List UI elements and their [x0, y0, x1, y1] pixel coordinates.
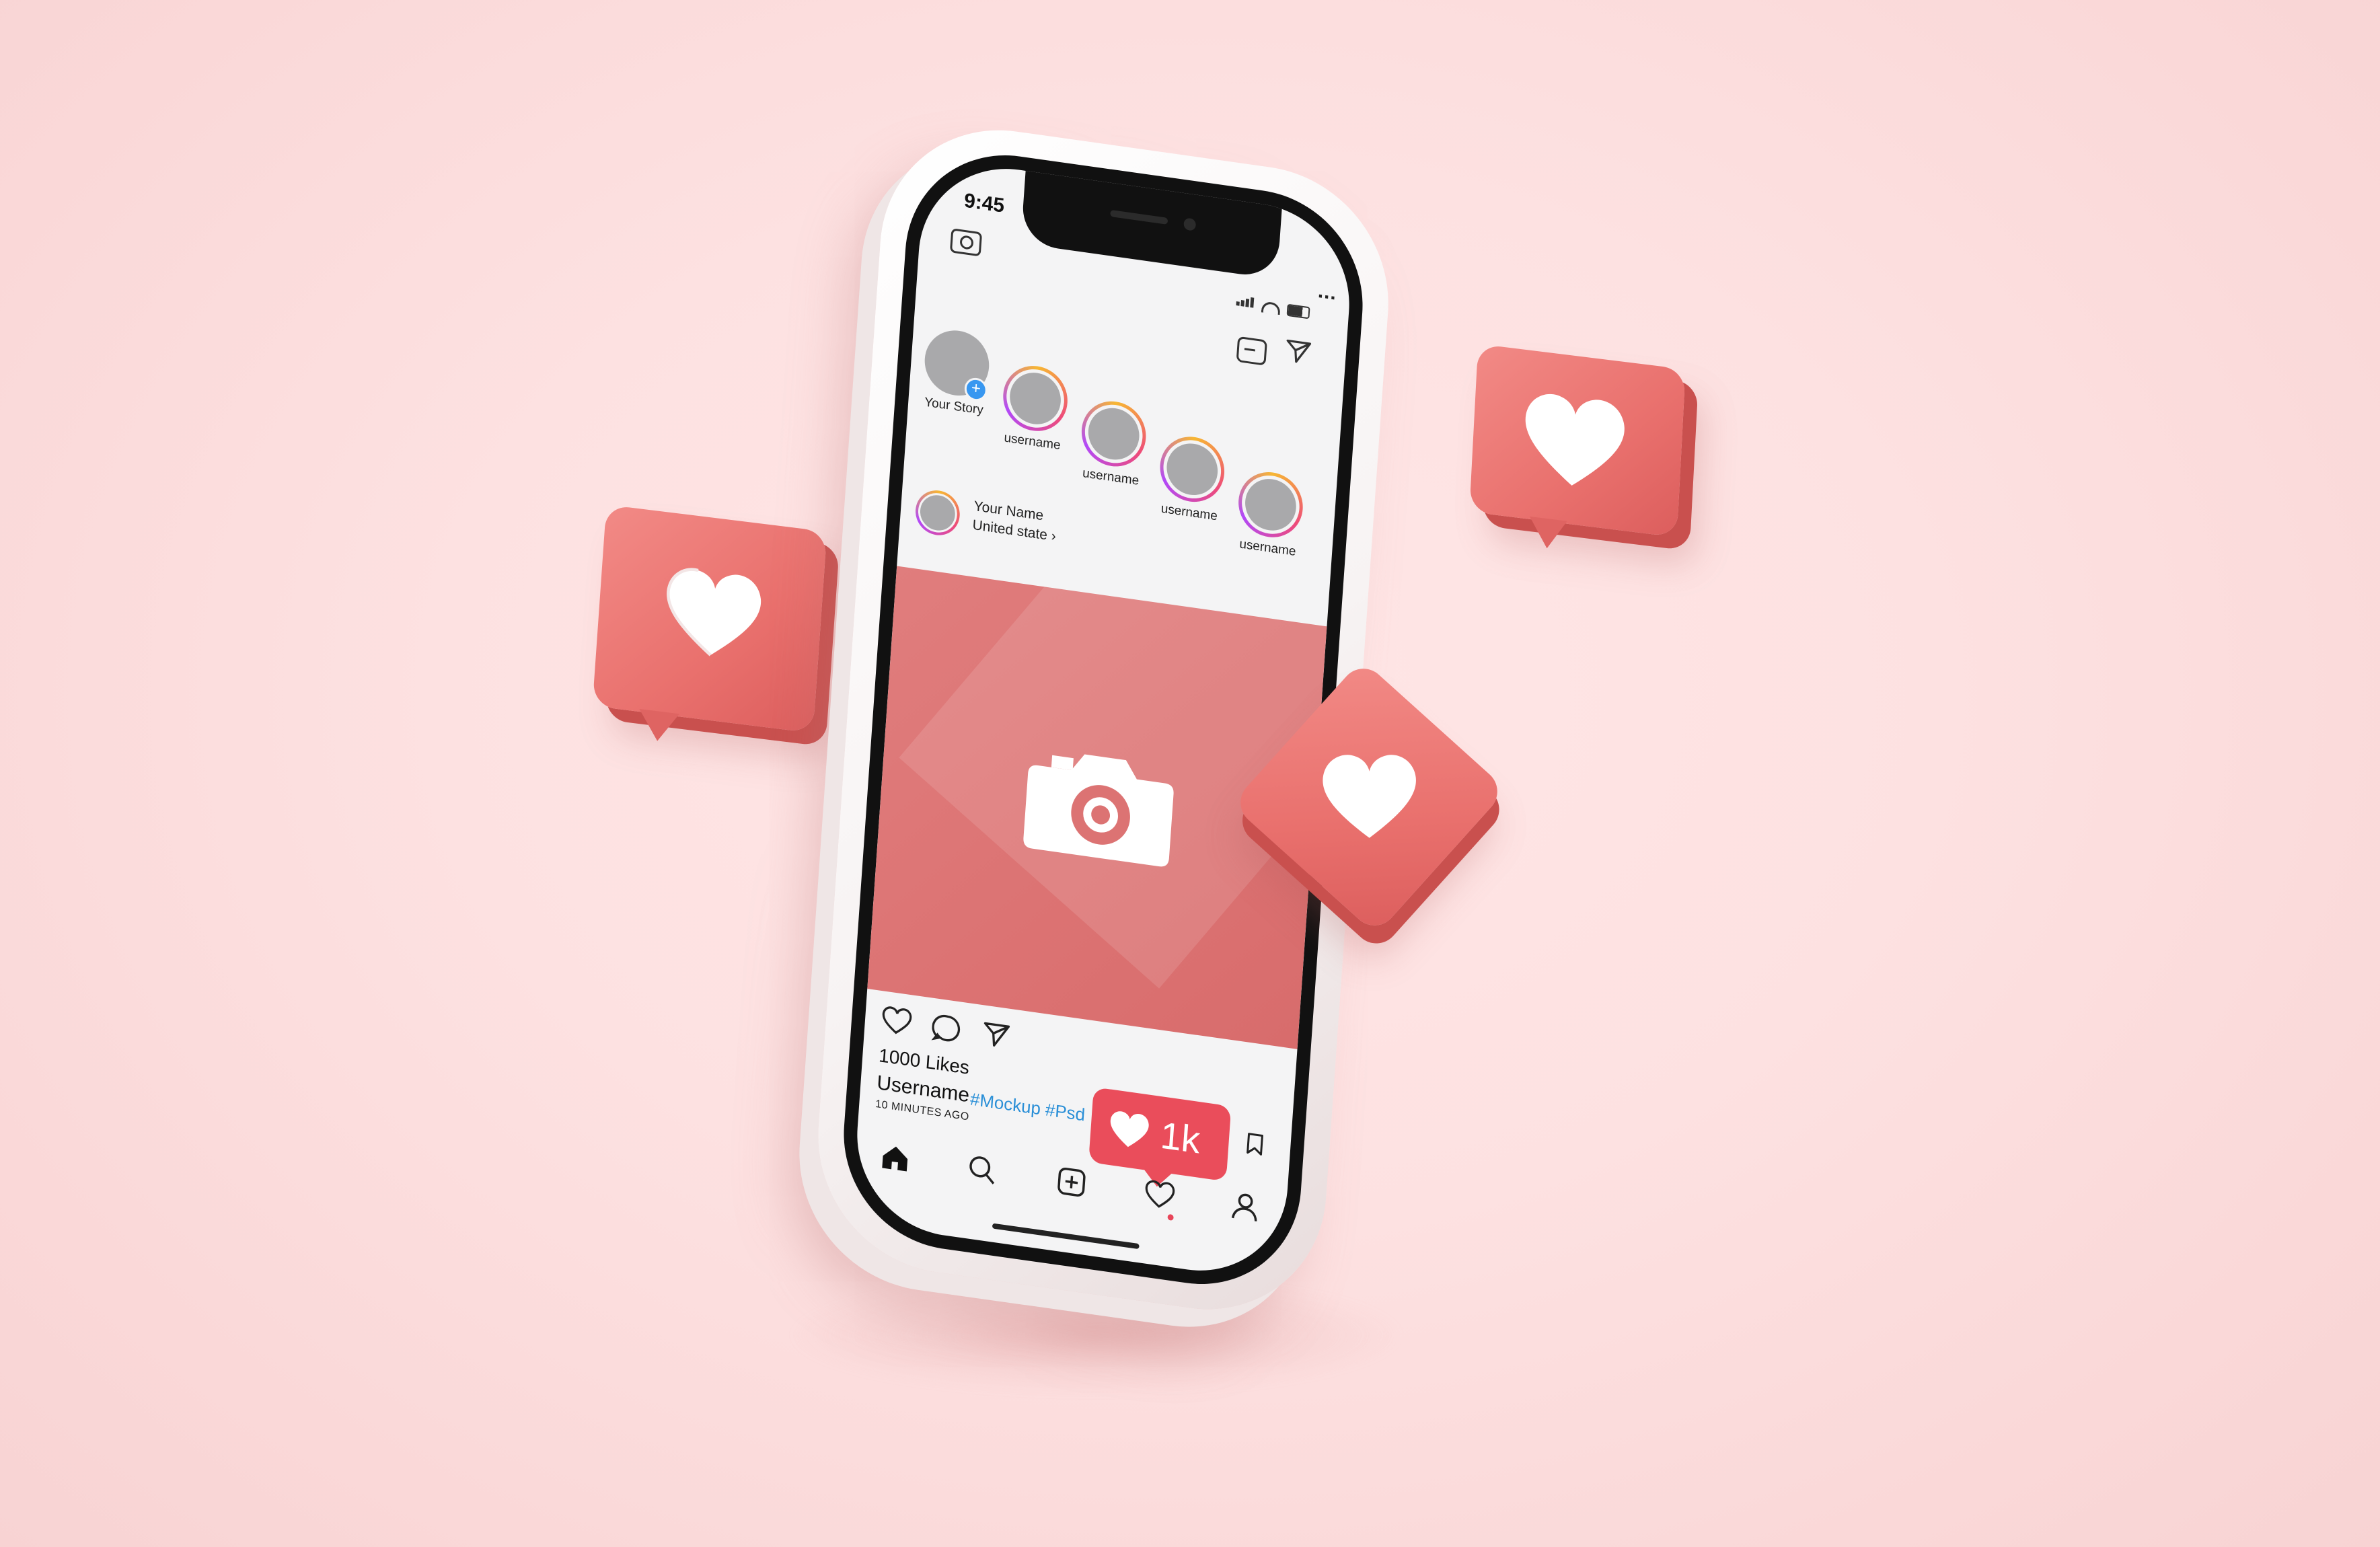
like-notification-count: 1k	[1159, 1112, 1202, 1162]
heart-card-left-tail	[637, 709, 680, 744]
story-label: username	[1160, 501, 1218, 524]
post-location[interactable]: United state ›	[972, 517, 1057, 545]
heart-icon	[1323, 755, 1416, 838]
story-item[interactable]: username	[997, 361, 1072, 454]
avatar	[1008, 369, 1063, 428]
floating-heart-notification-left	[592, 504, 827, 744]
story-ring	[1236, 467, 1305, 541]
bookmark-icon[interactable]	[1245, 1131, 1264, 1157]
avatar	[1164, 440, 1220, 498]
post-hashtags[interactable]: #Mockup #Psd	[969, 1089, 1086, 1126]
story-ring	[1158, 432, 1227, 506]
camera-icon	[1023, 754, 1174, 867]
send-icon[interactable]	[1284, 336, 1314, 369]
story-your-story[interactable]: + Your Story	[919, 326, 994, 419]
heart-outline-icon[interactable]	[1144, 1177, 1177, 1212]
search-icon[interactable]	[965, 1152, 998, 1187]
post-avatar[interactable]	[914, 487, 961, 538]
heart-icon	[1525, 393, 1625, 486]
avatar	[1086, 404, 1142, 463]
wifi-icon	[1261, 301, 1281, 315]
post-more-icon[interactable]: ...	[1317, 280, 1337, 305]
phone-screen: 9:45 + Your Story username username user…	[850, 157, 1356, 1283]
avatar	[1243, 476, 1298, 534]
story-label: username	[1082, 466, 1140, 488]
story-label: username	[1003, 430, 1062, 453]
share-icon[interactable]	[981, 1018, 1012, 1052]
camera-icon[interactable]	[949, 228, 983, 257]
comment-icon[interactable]	[931, 1012, 963, 1045]
profile-icon[interactable]	[1229, 1189, 1262, 1224]
heart-icon	[667, 568, 761, 656]
battery-icon	[1286, 303, 1310, 319]
home-icon[interactable]	[879, 1139, 912, 1174]
story-ring	[1001, 361, 1070, 436]
story-ring	[1079, 397, 1148, 471]
status-icons	[1236, 295, 1310, 319]
story-item[interactable]: username	[1154, 432, 1229, 525]
signal-icon	[1236, 295, 1255, 311]
heart-icon[interactable]	[881, 1004, 914, 1036]
status-time: 9:45	[963, 189, 1006, 217]
heart-card-right-tail	[1528, 516, 1567, 551]
add-icon[interactable]	[1055, 1164, 1088, 1199]
floating-heart-notification-right	[1469, 344, 1686, 551]
heart-icon	[1110, 1111, 1149, 1147]
igtv-icon[interactable]	[1236, 336, 1267, 366]
story-item[interactable]: username	[1076, 397, 1151, 490]
